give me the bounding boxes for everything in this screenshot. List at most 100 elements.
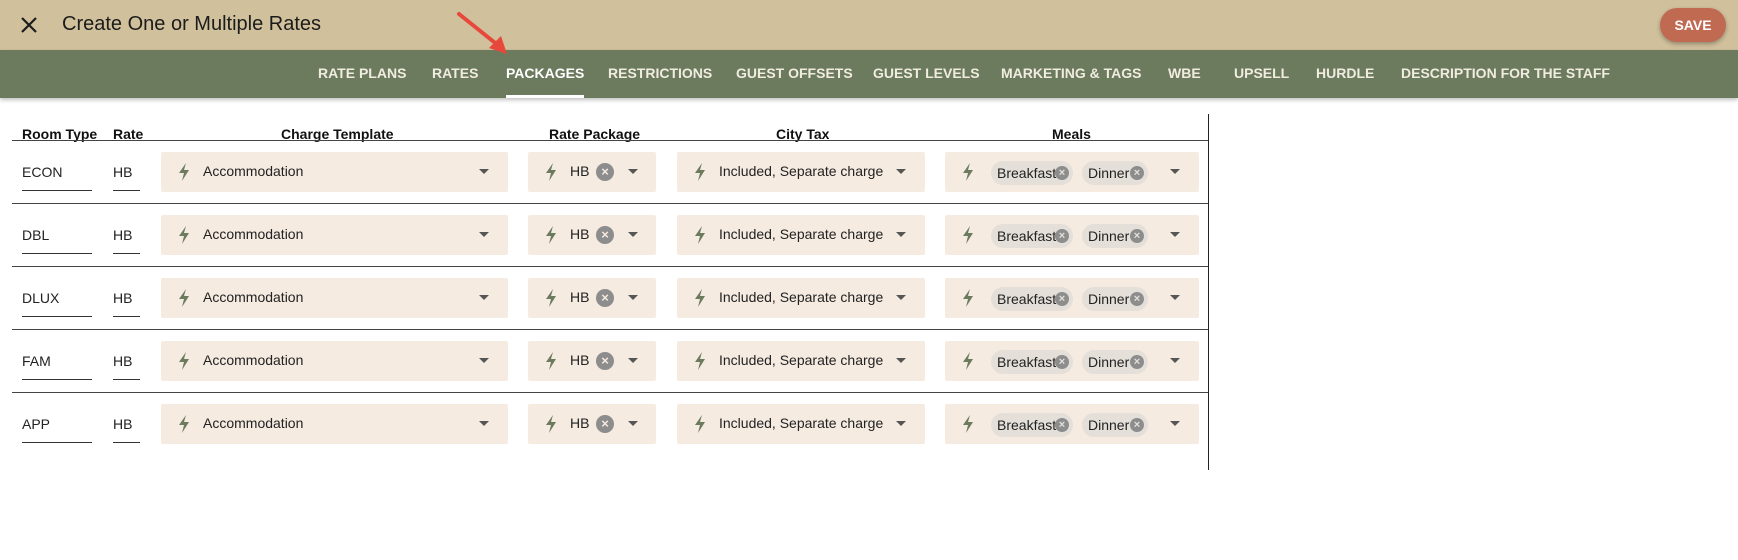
close-icon: [21, 17, 37, 33]
clear-circle-icon[interactable]: ×: [1055, 229, 1069, 243]
table-row: ECON HB Accommodation HB × Included, Sep…: [12, 140, 1208, 203]
table-row: FAM HB Accommodation HB × Included, Sepa…: [12, 329, 1208, 392]
tab-hurdle[interactable]: HURDLE: [1316, 50, 1374, 98]
charge-template-select[interactable]: Accommodation: [161, 404, 508, 444]
table-row: DLUX HB Accommodation HB × Included, Sep…: [12, 266, 1208, 329]
charge-template-select[interactable]: Accommodation: [161, 341, 508, 381]
room-type-field[interactable]: ECON: [22, 164, 92, 191]
clear-circle-icon[interactable]: ×: [1130, 229, 1144, 243]
caret-down-icon[interactable]: [628, 421, 638, 426]
caret-down-icon[interactable]: [896, 421, 906, 426]
meals-select[interactable]: Breakfast × Dinner ×: [945, 341, 1199, 381]
clear-circle-icon[interactable]: ×: [596, 352, 614, 370]
clear-circle-icon[interactable]: ×: [1055, 166, 1069, 180]
meals-select[interactable]: Breakfast × Dinner ×: [945, 152, 1199, 192]
clear-circle-icon[interactable]: ×: [1130, 418, 1144, 432]
tab-guest-levels[interactable]: GUEST LEVELS: [873, 50, 980, 98]
caret-down-icon[interactable]: [1170, 232, 1180, 237]
clear-circle-icon[interactable]: ×: [1055, 418, 1069, 432]
clear-circle-icon[interactable]: ×: [1055, 292, 1069, 306]
rate-field[interactable]: HB: [113, 416, 140, 443]
charge-template-select[interactable]: Accommodation: [161, 278, 508, 318]
city-tax-select[interactable]: Included, Separate charge: [677, 152, 925, 192]
room-type-field[interactable]: APP: [22, 416, 92, 443]
tab-rate-plans[interactable]: RATE PLANS: [318, 50, 406, 98]
city-tax-select[interactable]: Included, Separate charge: [677, 341, 925, 381]
tab-marketing-tags[interactable]: MARKETING & TAGS: [1001, 50, 1142, 98]
rate-package-select[interactable]: HB ×: [528, 152, 656, 192]
meal-chip-label: Breakfast: [997, 228, 1057, 244]
rate-field[interactable]: HB: [113, 353, 140, 380]
clear-circle-icon[interactable]: ×: [1055, 355, 1069, 369]
caret-down-icon[interactable]: [628, 358, 638, 363]
caret-down-icon[interactable]: [1170, 421, 1180, 426]
clear-circle-icon[interactable]: ×: [596, 415, 614, 433]
meals-select[interactable]: Breakfast × Dinner ×: [945, 404, 1199, 444]
rate-package-select[interactable]: HB ×: [528, 404, 656, 444]
charge-template-select[interactable]: Accommodation: [161, 152, 508, 192]
lightning-bolt-icon: [963, 352, 973, 370]
meal-chip: Dinner ×: [1082, 413, 1148, 437]
lightning-bolt-icon: [963, 163, 973, 181]
meal-chip: Breakfast ×: [991, 287, 1073, 311]
caret-down-icon[interactable]: [1170, 169, 1180, 174]
city-tax-select[interactable]: Included, Separate charge: [677, 404, 925, 444]
clear-circle-icon[interactable]: ×: [596, 289, 614, 307]
lightning-bolt-icon: [546, 415, 556, 433]
meal-chip: Breakfast ×: [991, 413, 1073, 437]
city-tax-select[interactable]: Included, Separate charge: [677, 278, 925, 318]
caret-down-icon[interactable]: [479, 169, 489, 174]
rate-package-select[interactable]: HB ×: [528, 341, 656, 381]
meal-chip: Breakfast ×: [991, 161, 1073, 185]
city-tax-value: Included, Separate charge: [719, 226, 884, 242]
caret-down-icon[interactable]: [1170, 358, 1180, 363]
room-type-field[interactable]: DBL: [22, 227, 92, 254]
caret-down-icon[interactable]: [1170, 295, 1180, 300]
city-tax-select[interactable]: Included, Separate charge: [677, 215, 925, 255]
save-button[interactable]: SAVE: [1660, 8, 1726, 42]
caret-down-icon[interactable]: [479, 358, 489, 363]
caret-down-icon[interactable]: [628, 169, 638, 174]
caret-down-icon[interactable]: [896, 169, 906, 174]
meal-chip-label: Dinner: [1088, 291, 1130, 307]
rate-field[interactable]: HB: [113, 290, 140, 317]
caret-down-icon[interactable]: [628, 232, 638, 237]
lightning-bolt-icon: [546, 226, 556, 244]
charge-template-value: Accommodation: [203, 163, 304, 179]
close-button[interactable]: [16, 12, 42, 38]
charge-template-select[interactable]: Accommodation: [161, 215, 508, 255]
room-type-field[interactable]: FAM: [22, 353, 92, 380]
room-type-field[interactable]: DLUX: [22, 290, 92, 317]
tab-packages[interactable]: PACKAGES: [506, 50, 585, 98]
tab-wbe[interactable]: WBE: [1168, 50, 1201, 98]
tab-upsell[interactable]: UPSELL: [1234, 50, 1289, 98]
lightning-bolt-icon: [179, 226, 189, 244]
tab-guest-offsets[interactable]: GUEST OFFSETS: [736, 50, 853, 98]
caret-down-icon[interactable]: [896, 295, 906, 300]
clear-circle-icon[interactable]: ×: [1130, 292, 1144, 306]
tab-restrictions[interactable]: RESTRICTIONS: [608, 50, 712, 98]
rate-package-value: HB: [570, 289, 590, 305]
rate-package-select[interactable]: HB ×: [528, 215, 656, 255]
caret-down-icon[interactable]: [479, 295, 489, 300]
clear-circle-icon[interactable]: ×: [1130, 166, 1144, 180]
caret-down-icon[interactable]: [896, 232, 906, 237]
clear-circle-icon[interactable]: ×: [596, 163, 614, 181]
rates-table: Room Type Rate Charge Template Rate Pack…: [12, 114, 1209, 470]
meal-chip-label: Breakfast: [997, 417, 1057, 433]
meals-select[interactable]: Breakfast × Dinner ×: [945, 215, 1199, 255]
caret-down-icon[interactable]: [479, 232, 489, 237]
rate-field[interactable]: HB: [113, 164, 140, 191]
clear-circle-icon[interactable]: ×: [1130, 355, 1144, 369]
caret-down-icon[interactable]: [896, 358, 906, 363]
lightning-bolt-icon: [963, 289, 973, 307]
rate-field[interactable]: HB: [113, 227, 140, 254]
tab-description-for-staff[interactable]: DESCRIPTION FOR THE STAFF: [1401, 50, 1610, 98]
meal-chip-label: Dinner: [1088, 417, 1130, 433]
clear-circle-icon[interactable]: ×: [596, 226, 614, 244]
caret-down-icon[interactable]: [479, 421, 489, 426]
table-row: DBL HB Accommodation HB × Included, Sepa…: [12, 203, 1208, 266]
rate-package-select[interactable]: HB ×: [528, 278, 656, 318]
meals-select[interactable]: Breakfast × Dinner ×: [945, 278, 1199, 318]
caret-down-icon[interactable]: [628, 295, 638, 300]
